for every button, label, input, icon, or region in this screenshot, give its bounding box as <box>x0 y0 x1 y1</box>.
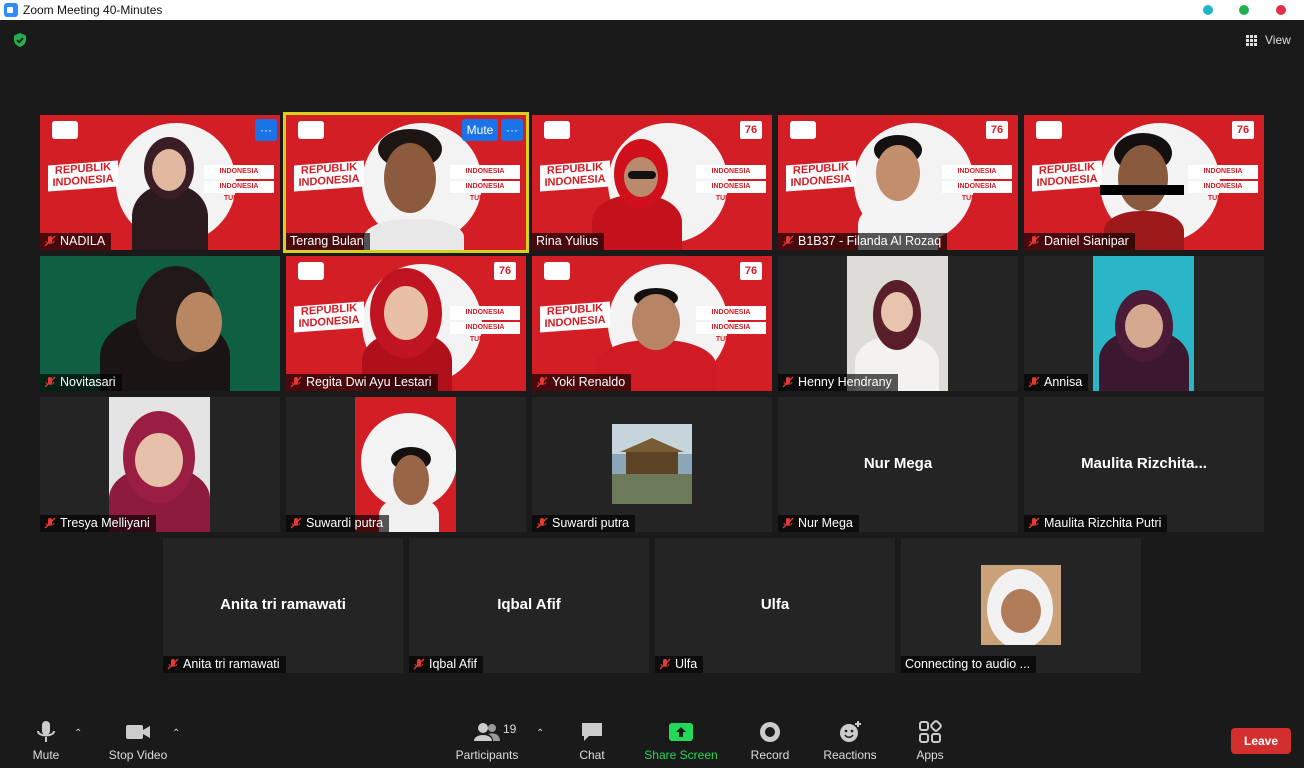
video-tile[interactable]: Connecting to audio ... <box>901 538 1141 673</box>
participant-name-tag: B1B37 - Filanda Al Rozaq <box>778 233 948 250</box>
mic-muted-icon <box>782 376 794 388</box>
share-screen-icon <box>669 723 693 741</box>
participant-display-name: Iqbal Afif <box>497 596 561 613</box>
participant-name-tag: Connecting to audio ... <box>901 656 1037 673</box>
video-tile[interactable]: REPUBLIK INDONESIA INDONESIA TANGGUH IND… <box>1024 115 1264 250</box>
mute-participant-button[interactable]: Mute <box>462 119 498 141</box>
participant-video <box>1093 256 1194 391</box>
participant-name-tag: Iqbal Afif <box>409 656 483 673</box>
title-bar: Zoom Meeting 40-Minutes <box>0 0 1304 20</box>
mic-muted-icon <box>782 517 794 529</box>
participant-video <box>847 256 948 391</box>
participant-name-tag: Tresya Melliyani <box>40 515 156 532</box>
participant-name-tag: Daniel Sianipar <box>1024 233 1135 250</box>
profile-photo <box>612 424 692 504</box>
video-tile[interactable]: REPUBLIK INDONESIA INDONESIA TANGGUH IND… <box>778 115 1018 250</box>
record-icon <box>760 722 780 742</box>
participant-name-tag: Nur Mega <box>778 515 859 532</box>
video-tile[interactable]: Maulita Rizchita... Maulita Rizchita Put… <box>1024 397 1264 532</box>
microphone-icon <box>37 721 55 742</box>
participant-name-tag: Henny Hendrany <box>778 374 898 391</box>
video-options-chevron-icon[interactable]: ⌃ <box>172 728 180 739</box>
participant-name-tag: Ulfa <box>655 656 704 673</box>
video-tile[interactable]: Suwardi putra <box>532 397 772 532</box>
video-tile-active-speaker[interactable]: REPUBLIK INDONESIA INDONESIA TANGGUH IND… <box>283 112 529 253</box>
mic-muted-icon <box>536 376 548 388</box>
leave-button[interactable]: Leave <box>1231 728 1291 754</box>
video-tile[interactable]: Suwardi putra <box>286 397 526 532</box>
window-title: Zoom Meeting 40-Minutes <box>23 3 163 17</box>
chat-icon <box>582 723 602 741</box>
video-camera-icon <box>126 725 150 739</box>
mic-muted-icon <box>44 376 56 388</box>
video-tile[interactable]: Tresya Melliyani <box>40 397 280 532</box>
mic-muted-icon <box>782 235 794 247</box>
participants-icon <box>474 723 500 741</box>
mic-muted-icon <box>290 517 302 529</box>
participant-name-tag: NADILA <box>40 233 112 250</box>
participants-count-badge: 19 <box>503 722 517 736</box>
zoom-app-icon <box>4 3 18 17</box>
encryption-shield-icon[interactable] <box>12 32 28 48</box>
video-tile[interactable]: REPUBLIK INDONESIA INDONESIA TANGGUH IND… <box>40 115 280 250</box>
share-screen-button[interactable]: Share Screen <box>644 720 718 762</box>
reactions-button[interactable]: Reactions <box>822 720 878 762</box>
video-tile[interactable]: Henny Hendrany <box>778 256 1018 391</box>
participant-video <box>355 397 456 532</box>
participant-name-tag: Anita tri ramawati <box>163 656 286 673</box>
grid-view-icon <box>1246 35 1257 46</box>
video-tile[interactable]: Annisa <box>1024 256 1264 391</box>
minimize-button[interactable] <box>1203 5 1213 15</box>
participant-name-tag: Suwardi putra <box>286 515 390 532</box>
participant-name-tag: Yoki Renaldo <box>532 374 632 391</box>
video-tile[interactable]: REPUBLIK INDONESIA INDONESIA TANGGUH IND… <box>532 256 772 391</box>
video-tile[interactable]: Anita tri ramawati Anita tri ramawati <box>163 538 403 673</box>
chat-button[interactable]: Chat <box>574 720 610 762</box>
mic-muted-icon <box>1028 517 1040 529</box>
participant-name-tag: Novitasari <box>40 374 122 391</box>
participant-video <box>109 397 210 532</box>
audio-options-chevron-icon[interactable]: ⌃ <box>74 728 82 739</box>
mic-muted-icon <box>1028 376 1040 388</box>
participant-name-tag: Annisa <box>1024 374 1089 391</box>
video-tile[interactable]: Novitasari <box>40 256 280 391</box>
participant-name-tag: Suwardi putra <box>532 515 636 532</box>
mic-muted-icon <box>659 658 671 670</box>
participants-options-chevron-icon[interactable]: ⌃ <box>536 728 544 739</box>
participant-name-tag: Terang Bulan <box>286 233 370 250</box>
video-tile[interactable]: REPUBLIK INDONESIA INDONESIA TANGGUH IND… <box>532 115 772 250</box>
video-tile[interactable]: Ulfa Ulfa <box>655 538 895 673</box>
record-button[interactable]: Record <box>748 720 792 762</box>
participant-display-name: Maulita Rizchita... <box>1081 455 1207 472</box>
video-tile[interactable]: Iqbal Afif Iqbal Afif <box>409 538 649 673</box>
participant-name-tag: Rina Yulius <box>532 233 605 250</box>
participant-name-tag: Maulita Rizchita Putri <box>1024 515 1168 532</box>
more-options-button[interactable]: ··· <box>255 119 277 141</box>
mic-muted-icon <box>44 235 56 247</box>
mic-muted-icon <box>1028 235 1040 247</box>
mic-muted-icon <box>167 658 179 670</box>
participant-display-name: Anita tri ramawati <box>220 596 346 613</box>
apps-icon <box>919 720 942 743</box>
video-tile[interactable]: REPUBLIK INDONESIA INDONESIA TANGGUH IND… <box>286 256 526 391</box>
participant-display-name: Nur Mega <box>863 455 933 472</box>
close-button[interactable] <box>1276 5 1286 15</box>
view-label: View <box>1265 33 1291 47</box>
apps-button[interactable]: Apps <box>912 720 948 762</box>
mute-button[interactable]: Mute <box>28 720 64 762</box>
profile-photo <box>981 565 1061 645</box>
participant-display-name: Ulfa <box>760 596 790 613</box>
reactions-smiley-icon <box>840 721 861 742</box>
stop-video-button[interactable]: Stop Video <box>106 720 170 762</box>
more-options-button[interactable]: ··· <box>501 119 523 141</box>
mic-muted-icon <box>413 658 425 670</box>
maximize-button[interactable] <box>1239 5 1249 15</box>
participant-name-tag: Regita Dwi Ayu Lestari <box>286 374 438 391</box>
mic-muted-icon <box>536 517 548 529</box>
view-button[interactable]: View <box>1240 30 1294 50</box>
mic-muted-icon <box>290 376 302 388</box>
mic-muted-icon <box>44 517 56 529</box>
video-tile[interactable]: Nur Mega Nur Mega <box>778 397 1018 532</box>
